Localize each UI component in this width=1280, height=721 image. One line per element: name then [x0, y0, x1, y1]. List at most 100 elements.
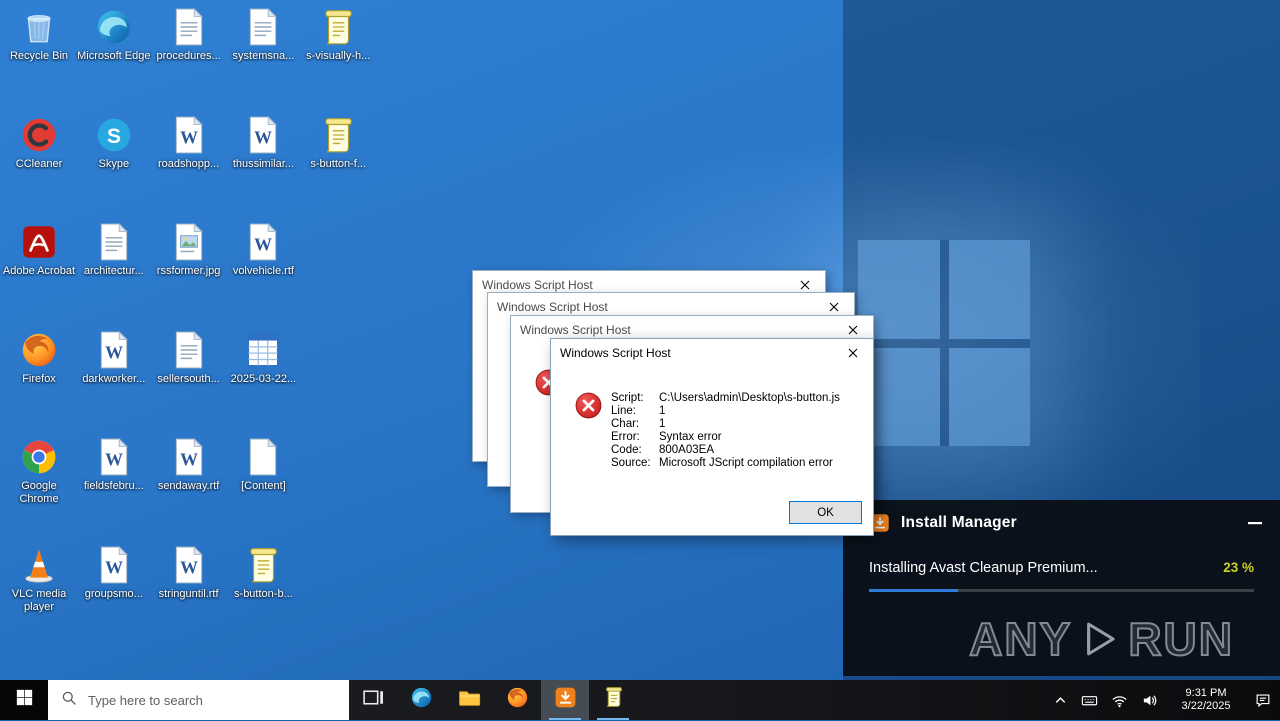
dialog-title: Windows Script Host — [520, 322, 631, 337]
chrome-icon — [18, 436, 60, 478]
firefox-icon — [505, 685, 530, 715]
desktop-icon-darkworker[interactable]: Wdarkworker... — [77, 329, 151, 386]
volume-icon[interactable] — [1141, 692, 1158, 709]
svg-text:W: W — [180, 557, 198, 577]
install-manager-header: Install Manager — [843, 500, 1280, 534]
network-icon[interactable] — [1111, 692, 1128, 709]
desktop-icon-s-visually-h[interactable]: s-visually-h... — [301, 6, 375, 63]
desktop-icon-label: sendaway.rtf — [157, 480, 220, 493]
minimize-icon — [1248, 521, 1262, 524]
desktop-icon-sellersouth[interactable]: sellersouth... — [152, 329, 226, 386]
desktop-icon-s-button-f[interactable]: s-button-f... — [301, 114, 375, 171]
search-input[interactable] — [86, 679, 349, 721]
desktop-icon-label: Firefox — [22, 372, 56, 385]
skype-icon: S — [93, 114, 135, 156]
desktop-icon-procedures[interactable]: procedures... — [152, 6, 226, 63]
minimize-button[interactable] — [1244, 512, 1266, 534]
task-view-button[interactable] — [349, 680, 397, 720]
search-box[interactable] — [48, 679, 349, 721]
dialog-title: Windows Script Host — [482, 277, 593, 292]
taskbar-script-app-button[interactable] — [589, 680, 637, 720]
desktop-icon-2025-03-22[interactable]: 2025-03-22... — [226, 329, 300, 386]
chevron-up-icon[interactable] — [1053, 693, 1068, 708]
dialog-title: Windows Script Host — [497, 299, 608, 314]
desktop-icon-recycle-bin[interactable]: Recycle Bin — [2, 6, 76, 63]
desktop-icon-label: groupsmo... — [84, 588, 143, 600]
desktop-icon-label: architectur... — [83, 265, 144, 278]
desktop-icon-label: s-button-f... — [310, 157, 366, 170]
close-icon — [800, 280, 810, 289]
desktop-icon-label: roadshopp... — [158, 157, 220, 170]
script-icon — [317, 114, 359, 156]
desktop-icon-label: sellersouth... — [157, 372, 220, 385]
taskbar-firefox-button[interactable] — [493, 680, 541, 720]
desktop-icon-groupsmo[interactable]: Wgroupsmo... — [77, 544, 151, 601]
edge-icon — [93, 6, 135, 48]
windows-logo — [858, 240, 1030, 446]
desktop-icon-sendaway-rtf[interactable]: Wsendaway.rtf — [152, 436, 226, 493]
touch-keyboard-icon[interactable] — [1081, 692, 1098, 709]
dialog-row-label: Line: — [611, 405, 636, 417]
recycle-bin-icon — [18, 6, 60, 48]
taskbar-clock[interactable]: 9:31 PM 3/22/2025 — [1171, 687, 1241, 713]
ok-button[interactable]: OK — [789, 501, 862, 524]
desktop-icon-stringuntil-rtf[interactable]: Wstringuntil.rtf — [152, 544, 226, 601]
desktop-icon-content[interactable]: [Content] — [226, 436, 300, 493]
doc-plain-icon — [242, 436, 284, 478]
desktop-icon-skype[interactable]: S Skype — [77, 114, 151, 171]
close-button[interactable] — [833, 339, 873, 366]
doc-text-icon — [168, 6, 210, 48]
taskbar-file-explorer-button[interactable] — [445, 680, 493, 720]
install-status-text: Installing Avast Cleanup Premium... — [869, 560, 1098, 576]
desktop-icon-firefox[interactable]: Firefox — [2, 329, 76, 386]
dialog-titlebar[interactable]: Windows Script Host — [551, 339, 873, 366]
desktop-icon-label: Recycle Bin — [9, 50, 69, 62]
desktop-icon-label: Microsoft Edge — [77, 50, 151, 62]
dialog-row: Source: Microsoft JScript compilation err… — [611, 457, 840, 470]
desktop-icon-google-chrome[interactable]: Google Chrome — [2, 436, 76, 506]
desktop-icon-ccleaner[interactable]: CCleaner — [2, 114, 76, 171]
desktop-icon-label: Google Chrome — [19, 480, 59, 506]
svg-text:W: W — [105, 557, 123, 577]
action-center-icon[interactable] — [1254, 691, 1272, 709]
install-status-row: Installing Avast Cleanup Premium... 23 % — [843, 560, 1280, 576]
svg-text:W: W — [105, 450, 123, 470]
desktop-icon-label: systemsna... — [232, 50, 295, 62]
word-icon: W — [93, 436, 135, 478]
svg-text:W: W — [105, 342, 123, 362]
dialog-row: Error: Syntax error — [611, 431, 840, 444]
clock-date: 3/22/2025 — [1181, 700, 1231, 712]
desktop-icon-adobe-acrobat[interactable]: Adobe Acrobat — [2, 221, 76, 278]
svg-text:W: W — [254, 127, 272, 147]
dialog-body: Script: C:\Users\admin\Desktop\s-button.j… — [551, 366, 873, 535]
close-icon — [848, 348, 858, 357]
taskbar-edge-button[interactable] — [397, 680, 445, 720]
desktop-icon-systemsna[interactable]: systemsna... — [226, 6, 300, 63]
desktop-icon-label: rssformer.jpg — [156, 265, 221, 278]
taskbar-install-manager-button[interactable] — [541, 680, 589, 720]
doc-image-icon — [168, 221, 210, 263]
desktop-icon-fieldsfebru[interactable]: Wfieldsfebru... — [77, 436, 151, 493]
desktop-icon-roadshopp[interactable]: Wroadshopp... — [152, 114, 226, 171]
desktop-icon-rssformer-jpg[interactable]: rssformer.jpg — [152, 221, 226, 278]
desktop-icon-microsoft-edge[interactable]: Microsoft Edge — [77, 6, 151, 63]
desktop-icon-thussimilar[interactable]: Wthussimilar... — [226, 114, 300, 171]
dialog-title: Windows Script Host — [560, 345, 671, 360]
desktop-icon-vlc-media-player[interactable]: VLC media player — [2, 544, 76, 614]
dialog-row: Line: 1 — [611, 405, 840, 418]
desktop-icon-label: Adobe Acrobat — [2, 265, 76, 278]
desktop-icon-s-button-b[interactable]: s-button-b... — [226, 544, 300, 601]
dialog-row: Char: 1 — [611, 418, 840, 431]
acrobat-icon — [18, 221, 60, 263]
desktop-icon-label: fieldsfebru... — [83, 480, 144, 493]
dialog-row: Code: 800A03EA — [611, 444, 840, 457]
desktop-icon-volvehicle-rtf[interactable]: Wvolvehicle.rtf — [226, 221, 300, 278]
windows-logo-pane — [948, 240, 1030, 339]
desktop-icon-label: thussimilar... — [232, 157, 294, 170]
search-icon — [61, 690, 77, 711]
svg-text:W: W — [180, 127, 198, 147]
start-button[interactable] — [0, 680, 48, 720]
progress-fill — [869, 589, 958, 592]
desktop-icon-architectur[interactable]: architectur... — [77, 221, 151, 278]
word-icon: W — [242, 114, 284, 156]
